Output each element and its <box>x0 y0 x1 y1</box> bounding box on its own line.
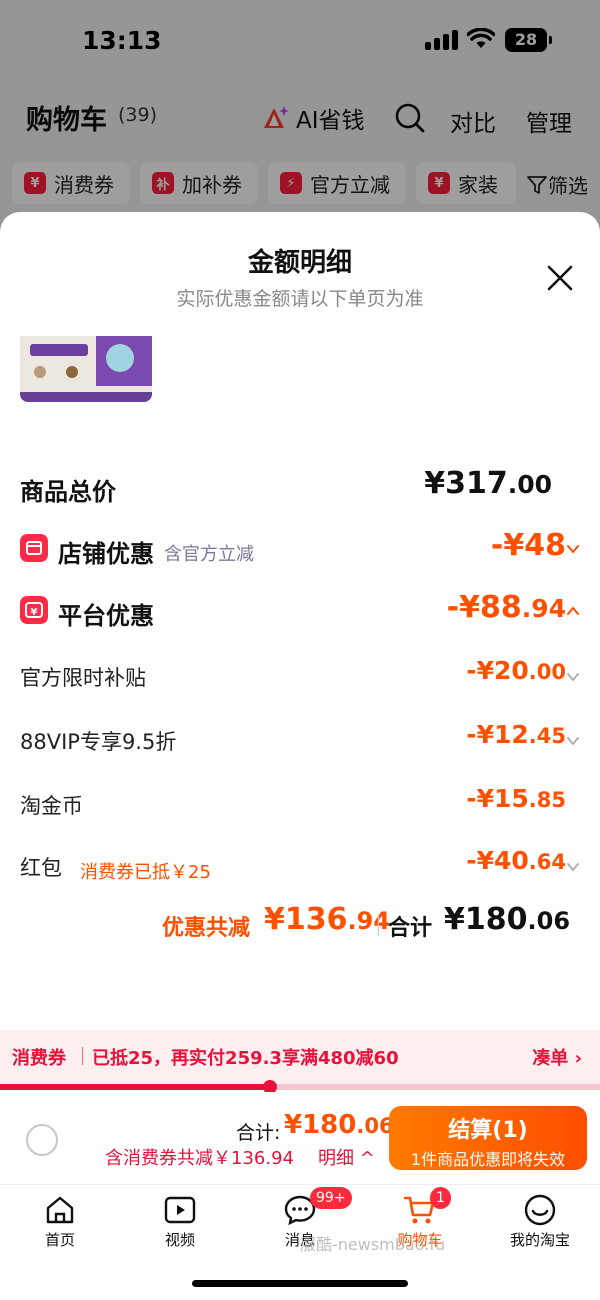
modal-overlay[interactable] <box>0 0 600 230</box>
checkout-bar: 合计: ¥180.06 含消费券共减￥136.94 明细 ^ 结算(1) 1件商… <box>0 1092 600 1184</box>
chevron-down-icon <box>567 673 579 682</box>
taojinbi-label: 淘金币 <box>20 794 83 818</box>
vip-discount-int: -¥12 <box>466 720 529 749</box>
discount-summary: 优惠共减 ¥136.94 合计 ¥180.06 <box>20 902 580 952</box>
checkout-discount-text: 含消费券共减￥136.94 <box>105 1148 294 1169</box>
platform-discount-int: -¥88 <box>446 590 522 625</box>
taojinbi-int: -¥15 <box>466 784 529 813</box>
vip-discount-amount: -¥12.45 <box>466 720 566 749</box>
coupon-progress-track <box>0 1080 600 1094</box>
vip-discount-label: 88VIP专享9.5折 <box>20 730 177 754</box>
vip-discount-row[interactable]: 88VIP专享9.5折 -¥12.45 <box>20 716 580 766</box>
subsidy-int: -¥20 <box>466 656 529 685</box>
checkout-total-int: ¥180 <box>284 1110 357 1140</box>
add-items-link[interactable]: 凑单 › <box>532 1044 582 1070</box>
shop-discount-label: 店铺优惠 <box>58 540 154 568</box>
shop-discount-amount: -¥48 <box>491 528 566 563</box>
taojinbi-dec: .85 <box>528 788 566 812</box>
amount-detail-sheet: 金额明细 实际优惠金额请以下单页为准 商品总价 ¥317.00 店铺优惠 含官方… <box>0 212 600 1300</box>
checkout-detail-toggle[interactable]: 明细 ^ <box>318 1144 375 1170</box>
vip-discount-dec: .45 <box>528 724 566 748</box>
coupon-progress-fill <box>0 1084 270 1090</box>
total-label: 合计 <box>388 916 433 941</box>
video-icon <box>164 1196 196 1224</box>
shop-icon <box>20 534 48 562</box>
shop-discount-row[interactable]: 店铺优惠 含官方立减 -¥48 <box>20 524 580 574</box>
chevron-down-icon <box>567 737 579 746</box>
taojinbi-row: 淘金币 -¥15.85 <box>20 780 580 830</box>
checkout-total-label: 合计: <box>236 1122 281 1144</box>
summary-divider <box>378 914 379 936</box>
cart-badge: 1 <box>430 1187 451 1209</box>
goods-total-amount: ¥317.00 <box>424 466 552 501</box>
red-packet-note: 消费券已抵￥25 <box>80 862 211 883</box>
subsidy-dec: .00 <box>528 660 566 684</box>
total-int: ¥180 <box>444 902 528 937</box>
tab-label: 视频 <box>164 1231 195 1249</box>
message-badge: 99+ <box>310 1187 352 1209</box>
sheet-title: 金额明细 <box>247 248 352 278</box>
total-dec: .06 <box>527 907 571 935</box>
subsidy-label: 官方限时补贴 <box>20 666 146 690</box>
tab-home[interactable]: 首页 <box>10 1193 110 1250</box>
subsidy-amount: -¥20.00 <box>466 656 566 685</box>
close-icon[interactable] <box>540 258 580 298</box>
savings-int: ¥136 <box>264 902 348 937</box>
red-packet-amount: -¥40.64 <box>466 846 566 875</box>
chevron-up-icon <box>567 606 579 615</box>
product-thumbnail[interactable] <box>20 336 152 402</box>
tab-label: 我的淘宝 <box>509 1231 570 1249</box>
platform-discount-amount: -¥88.94 <box>447 590 566 625</box>
shop-discount-int: -¥48 <box>490 528 566 563</box>
checkout-button[interactable]: 结算(1) 1件商品优惠即将失效 <box>389 1106 587 1170</box>
goods-total-row: 商品总价 ¥317.00 <box>20 462 580 512</box>
watermark-text: 服酷-newsmbao.fu <box>300 1235 446 1254</box>
tab-profile[interactable]: 我的淘宝 <box>490 1193 590 1250</box>
chevron-down-icon <box>567 545 579 554</box>
home-indicator <box>192 1280 408 1287</box>
tab-label: 首页 <box>44 1231 75 1249</box>
coupon-separator <box>82 1047 83 1065</box>
red-packet-label: 红包 <box>20 856 62 880</box>
savings-amount: ¥136.94 <box>264 902 390 937</box>
coupon-tag: 消费券 <box>12 1048 66 1069</box>
select-all-checkbox[interactable] <box>26 1124 58 1156</box>
red-packet-int: -¥40 <box>466 846 529 875</box>
shop-discount-note: 含官方立减 <box>164 544 254 565</box>
subsidy-row[interactable]: 官方限时补贴 -¥20.00 <box>20 652 580 702</box>
svg-text:¥: ¥ <box>31 607 38 618</box>
red-packet-dec: .64 <box>528 850 566 874</box>
chevron-down-icon <box>567 863 579 872</box>
coupon-progress-bar: 消费券 已抵25，再实付259.3享满480减60 凑单 › <box>0 1030 600 1086</box>
red-packet-row[interactable]: 红包 消费券已抵￥25 -¥40.64 <box>20 842 580 892</box>
platform-discount-row[interactable]: ¥ 平台优惠 -¥88.94 <box>20 586 580 636</box>
platform-discount-label: 平台优惠 <box>58 602 154 630</box>
checkout-total-amount: ¥180.06 <box>284 1110 394 1140</box>
checkout-button-title: 结算(1) <box>448 1118 528 1143</box>
savings-label: 优惠共减 <box>162 916 251 941</box>
checkout-total-dec: .06 <box>356 1114 394 1138</box>
home-icon <box>46 1196 74 1224</box>
platform-discount-dec: .94 <box>521 594 566 623</box>
coupon-text: 已抵25，再实付259.3享满480减60 <box>92 1048 399 1069</box>
goods-total-label: 商品总价 <box>20 478 116 506</box>
total-amount: ¥180.06 <box>444 902 570 937</box>
sheet-subtitle: 实际优惠金额请以下单页为准 <box>176 288 424 310</box>
tab-video[interactable]: 视频 <box>130 1193 230 1250</box>
checkout-button-subtitle: 1件商品优惠即将失效 <box>410 1150 566 1169</box>
goods-total-dec: .00 <box>507 470 552 499</box>
savings-dec: .94 <box>347 907 391 935</box>
taojinbi-amount: -¥15.85 <box>466 784 566 813</box>
profile-icon <box>524 1194 556 1226</box>
yuan-badge-icon: ¥ <box>20 596 48 624</box>
goods-total-int: ¥317 <box>424 466 508 501</box>
